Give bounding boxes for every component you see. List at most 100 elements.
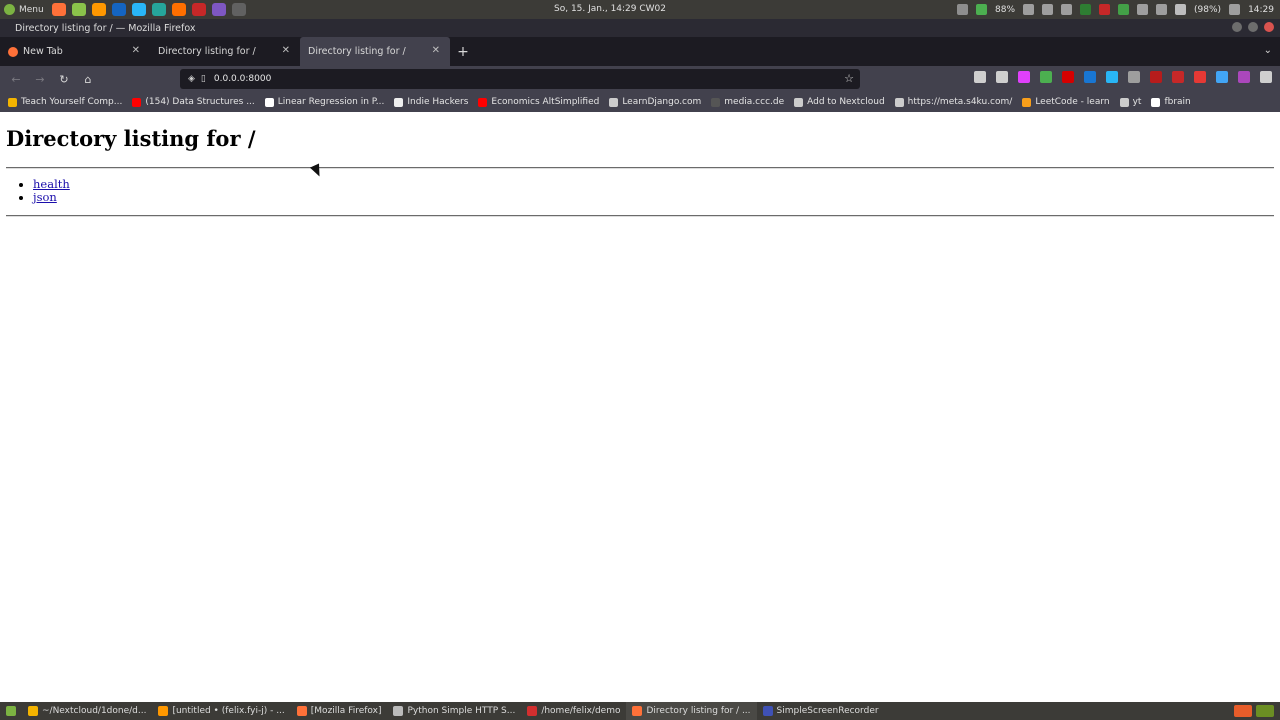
extension-m-icon[interactable] <box>1150 71 1162 83</box>
forward-button[interactable]: → <box>28 69 52 89</box>
leetcode-icon <box>1022 97 1032 107</box>
microphone-icon[interactable] <box>957 4 969 15</box>
workspace-1-icon[interactable] <box>1234 705 1252 717</box>
telegram-launcher-icon[interactable] <box>131 3 146 16</box>
library-icon[interactable] <box>996 71 1008 83</box>
volume-icon[interactable] <box>1229 4 1241 15</box>
window-title-bar[interactable]: Directory listing for / — Mozilla Firefo… <box>0 19 1280 37</box>
page-info-icon[interactable]: ▯ <box>201 74 206 84</box>
youtube-icon <box>478 97 488 107</box>
youtube-icon <box>132 97 142 107</box>
workspace-2-icon[interactable] <box>1256 705 1274 717</box>
taskbar-item[interactable]: [Mozilla Firefox] <box>291 702 388 720</box>
close-tab-icon[interactable]: ✕ <box>132 45 140 56</box>
system-tray: 88% (98%) 14:29 <box>957 0 1274 19</box>
toolbar-extensions <box>974 71 1272 83</box>
extension-pen-icon[interactable] <box>1194 71 1206 83</box>
bookmark-star-icon[interactable]: ☆ <box>844 72 854 85</box>
chevron-down-icon[interactable]: ⌄ <box>1264 45 1272 56</box>
url-bar[interactable]: ◈ ▯ 0.0.0.0:8000 ☆ <box>180 69 860 89</box>
bookmark-favicon-icon <box>1151 97 1161 107</box>
taskbar-item[interactable]: [untitled • (felix.fyi-j) - ... <box>152 702 290 720</box>
bookmark-item[interactable]: media.ccc.de <box>711 97 784 107</box>
taskbar-item[interactable]: /home/felix/demo <box>521 702 626 720</box>
ublock-icon[interactable] <box>1062 71 1074 83</box>
url-input[interactable]: 0.0.0.0:8000 <box>214 74 271 84</box>
page-heading: Directory listing for / <box>6 126 256 151</box>
mail-icon[interactable] <box>1156 4 1168 15</box>
extension-globe-icon[interactable] <box>1128 71 1140 83</box>
obsidian-launcher-icon[interactable] <box>211 3 226 16</box>
taskbar-item-active[interactable]: Directory listing for / ... <box>626 702 757 720</box>
bitwarden-launcher-icon[interactable] <box>111 3 126 16</box>
firefox-launcher-icon[interactable] <box>51 3 66 16</box>
new-tab-button[interactable]: + <box>450 37 476 66</box>
close-window-icon[interactable] <box>1264 22 1274 32</box>
folder-icon <box>28 706 38 716</box>
downloads-icon[interactable] <box>974 71 986 83</box>
bookmark-item[interactable]: fbrain <box>1151 97 1191 107</box>
bookmark-item[interactable]: LeetCode - learn <box>1022 97 1110 107</box>
bookmark-item[interactable]: Economics AltSimplified <box>478 97 599 107</box>
taskbar-label: SimpleScreenRecorder <box>776 706 879 716</box>
maximize-icon[interactable] <box>1248 22 1258 32</box>
panel-clock[interactable]: So, 15. Jan., 14:29 CW02 <box>554 4 666 14</box>
extension-purple-icon[interactable] <box>1238 71 1250 83</box>
power-icon[interactable] <box>1175 4 1187 15</box>
shield-icon[interactable]: ◈ <box>188 74 195 84</box>
hamburger-menu-icon[interactable] <box>1260 71 1272 83</box>
bluetooth-icon[interactable] <box>1061 4 1073 15</box>
tab-directory-listing-active[interactable]: Directory listing for / ✕ <box>300 37 450 66</box>
bookmark-label: LearnDjango.com <box>622 97 702 107</box>
extension-color-icon[interactable] <box>1018 71 1030 83</box>
notification-icon[interactable] <box>1023 4 1035 15</box>
show-desktop-button[interactable] <box>0 702 22 720</box>
record-icon[interactable] <box>1099 4 1111 15</box>
minimize-icon[interactable] <box>1232 22 1242 32</box>
bookmark-item[interactable]: Indie Hackers <box>394 97 468 107</box>
firefox-icon <box>296 706 307 716</box>
bookmark-item[interactable]: Teach Yourself Comp... <box>8 97 122 107</box>
menu-button[interactable]: Menu <box>0 0 50 19</box>
screen-icon[interactable] <box>1080 4 1092 15</box>
files-launcher-icon[interactable] <box>71 3 86 16</box>
bitwarden-icon[interactable] <box>1084 71 1096 83</box>
terminal-launcher-icon[interactable] <box>191 3 206 16</box>
battery-icon[interactable] <box>976 4 988 15</box>
bookmark-label: media.ccc.de <box>724 97 785 107</box>
extension-circle-icon[interactable] <box>1172 71 1184 83</box>
network-icon[interactable] <box>1137 4 1149 15</box>
bookmark-item[interactable]: Add to Nextcloud <box>794 97 885 107</box>
home-button[interactable]: ⌂ <box>76 69 100 89</box>
check-icon[interactable] <box>1118 4 1130 15</box>
directory-link-health[interactable]: health <box>33 177 70 191</box>
bookmark-item[interactable]: https://meta.s4ku.com/ <box>894 97 1012 107</box>
bookmark-item[interactable]: (154) Data Structures ... <box>132 97 255 107</box>
directory-link-json[interactable]: json <box>33 190 57 204</box>
panel-time[interactable]: 14:29 <box>1248 5 1274 15</box>
extension-cross-icon[interactable] <box>1106 71 1118 83</box>
bookmark-item[interactable]: LearnDjango.com <box>609 97 701 107</box>
tab-new-tab[interactable]: New Tab ✕ <box>0 37 150 66</box>
extension-translate-icon[interactable] <box>1216 71 1228 83</box>
close-tab-icon[interactable]: ✕ <box>432 45 440 56</box>
emoji-icon[interactable] <box>1042 4 1054 15</box>
extension-tab-icon[interactable] <box>1040 71 1052 83</box>
vscode-launcher-icon[interactable] <box>151 3 166 16</box>
reload-button[interactable]: ↻ <box>52 69 76 89</box>
taskbar-item[interactable]: ~/Nextcloud/1done/d... <box>22 702 152 720</box>
tab-directory-listing[interactable]: Directory listing for / ✕ <box>150 37 300 66</box>
bookmark-item[interactable]: Linear Regression in P... <box>264 97 384 107</box>
sublime-launcher-icon[interactable] <box>91 3 106 16</box>
close-tab-icon[interactable]: ✕ <box>282 45 290 56</box>
workspace-launcher-icon[interactable] <box>231 3 246 16</box>
taskbar-item[interactable]: SimpleScreenRecorder <box>757 702 885 720</box>
bookmark-favicon-icon <box>8 97 17 107</box>
battery-indicator: 88% <box>995 4 1016 15</box>
desktop-taskbar: ~/Nextcloud/1done/d... [untitled • (feli… <box>0 702 1280 720</box>
back-button[interactable]: ← <box>4 69 28 89</box>
taskbar-item[interactable]: Python Simple HTTP S... <box>387 702 521 720</box>
vlc-launcher-icon[interactable] <box>171 3 186 16</box>
bookmark-folder[interactable]: yt <box>1119 97 1141 107</box>
tab-label: New Tab <box>23 46 63 57</box>
